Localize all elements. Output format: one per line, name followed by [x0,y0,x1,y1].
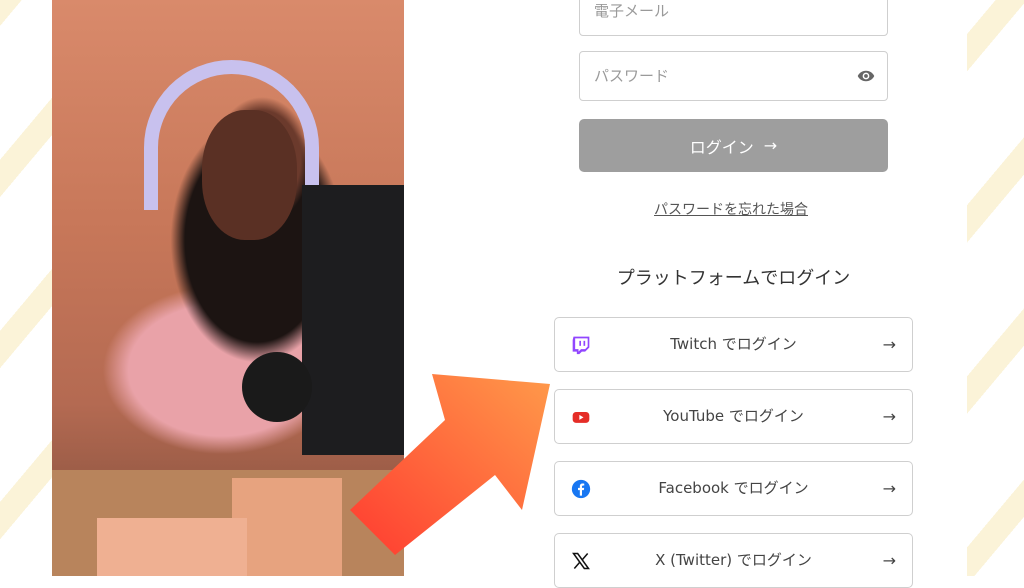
login-button-label: ログイン [689,137,754,157]
arrow-right-icon: → [882,407,896,426]
password-field[interactable]: パスワード [579,51,888,101]
arrow-right-icon: → [763,136,778,155]
email-field[interactable]: 電子メール [579,0,888,36]
pointer-arrow-icon [350,374,550,555]
youtube-login-button[interactable]: YouTube でログイン → [554,389,913,444]
twitch-login-label: Twitch でログイン [670,335,797,353]
forgot-password-link[interactable]: パスワードを忘れた場合 [654,199,808,219]
arrow-right-icon: → [882,479,896,498]
facebook-login-label: Facebook でログイン [658,479,809,497]
twitch-login-button[interactable]: Twitch でログイン → [554,317,913,372]
login-button[interactable]: ログイン → [579,119,888,172]
arrow-right-icon: → [882,551,896,570]
platform-login-title: プラットフォームでログイン [616,268,851,289]
x-login-label: X (Twitter) でログイン [655,551,812,569]
x-login-button[interactable]: X (Twitter) でログイン → [554,533,913,588]
email-placeholder: 電子メール [594,2,670,20]
arrow-right-icon: → [882,335,896,354]
password-placeholder: パスワード [594,67,670,85]
facebook-login-button[interactable]: Facebook でログイン → [554,461,913,516]
eye-icon[interactable] [857,67,875,85]
youtube-login-label: YouTube でログイン [663,407,804,425]
